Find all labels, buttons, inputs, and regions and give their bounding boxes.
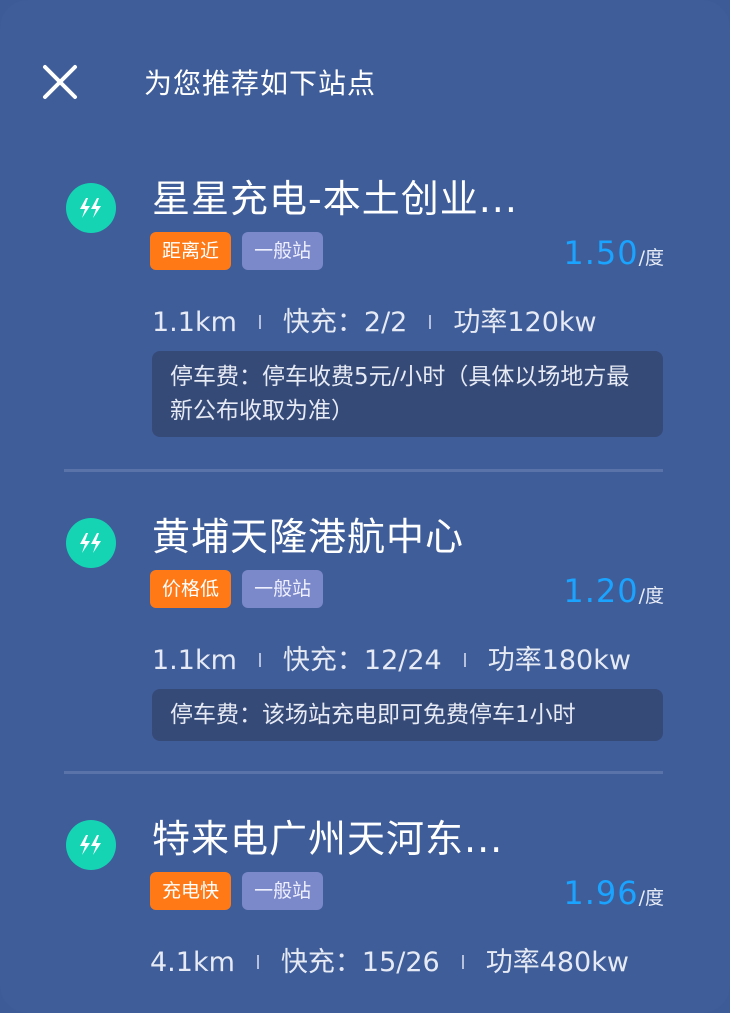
station-metrics: 1.1km 快充：12/24 功率180kw (152, 638, 631, 677)
charging-bolt-icon (66, 518, 116, 568)
charging-bolt-icon (66, 183, 116, 233)
separator (429, 315, 432, 329)
station-metrics: 1.1km 快充：2/2 功率120kw (152, 300, 597, 339)
close-button[interactable] (38, 58, 84, 104)
panel-header: 为您推荐如下站点 (0, 0, 730, 120)
station-price: 1.96/度 (563, 874, 664, 912)
station-metrics: 4.1km 快充：15/26 功率480kw (150, 940, 629, 979)
station-tags: 距离近 一般站 (150, 232, 329, 270)
separator (256, 955, 259, 969)
station-recommendation-panel: 为您推荐如下站点 星星充电-本土创业... 距离近 一般站 1.50/度 1.1… (0, 0, 730, 1013)
distance: 4.1km (150, 947, 235, 978)
feature-tag: 充电快 (150, 872, 232, 910)
parking-fee-note: 停车费：停车收费5元/小时（具体以场地方最新公布收取为准） (152, 351, 663, 437)
price-value: 1.50 (563, 234, 639, 272)
separator (258, 653, 261, 667)
feature-tag: 价格低 (150, 570, 232, 608)
price-unit: /度 (638, 887, 664, 909)
station-name: 黄埔天隆港航中心 (152, 515, 465, 559)
separator (463, 653, 466, 667)
power: 功率480kw (485, 947, 629, 978)
station-type-tag: 一般站 (242, 872, 324, 910)
parking-fee-note: 停车费：该场站充电即可免费停车1小时 (152, 689, 663, 741)
power: 功率180kw (487, 645, 631, 676)
fast-charge-count: 快充：12/24 (282, 645, 442, 676)
price-value: 1.96 (563, 874, 639, 912)
station-tags: 充电快 一般站 (150, 872, 329, 910)
price-value: 1.20 (563, 572, 639, 610)
station-name: 特来电广州天河东... (152, 817, 504, 861)
separator (258, 315, 261, 329)
close-icon (43, 65, 77, 99)
station-price: 1.50/度 (563, 234, 664, 272)
fast-charge-count: 快充：15/26 (280, 947, 440, 978)
separator (461, 955, 464, 969)
price-unit: /度 (638, 585, 664, 607)
fast-charge-count: 快充：2/2 (282, 307, 408, 338)
station-name: 星星充电-本土创业... (152, 177, 518, 221)
station-type-tag: 一般站 (242, 570, 324, 608)
station-type-tag: 一般站 (242, 232, 324, 270)
station-tags: 价格低 一般站 (150, 570, 329, 608)
feature-tag: 距离近 (150, 232, 232, 270)
price-unit: /度 (638, 247, 664, 269)
power: 功率120kw (453, 307, 597, 338)
distance: 1.1km (152, 645, 237, 676)
charging-bolt-icon (66, 820, 116, 870)
panel-title: 为您推荐如下站点 (144, 67, 377, 100)
distance: 1.1km (152, 307, 237, 338)
divider (64, 771, 663, 774)
station-price: 1.20/度 (563, 572, 664, 610)
divider (64, 469, 663, 472)
